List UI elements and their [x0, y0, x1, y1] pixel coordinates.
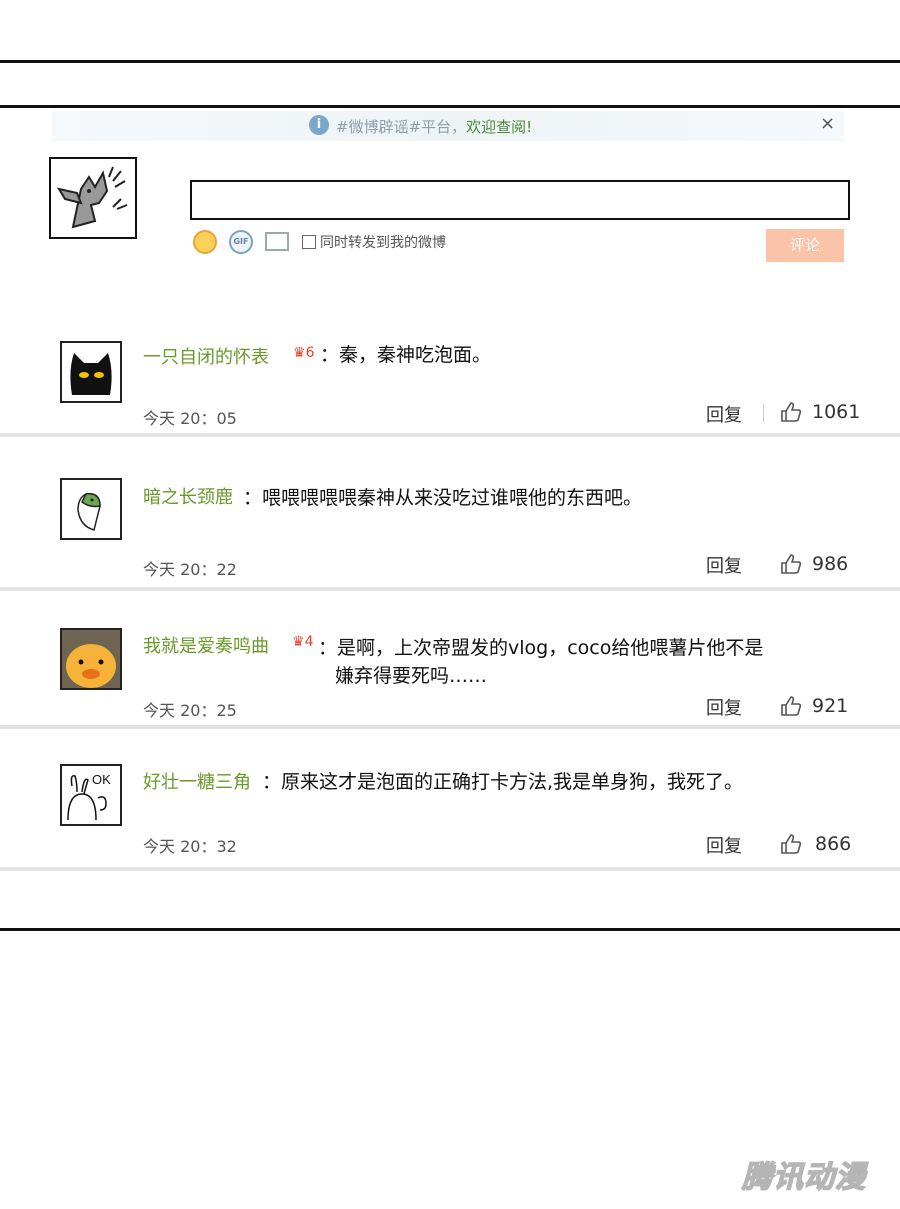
thumbs-up-icon[interactable] — [780, 553, 802, 575]
avatar[interactable] — [60, 628, 122, 690]
forward-checkbox[interactable] — [302, 235, 316, 249]
rabbit-ok-avatar-icon: OK — [67, 772, 111, 821]
comment-text-line-2: 嫌弃得要死吗…… — [335, 665, 488, 687]
user-badge-icon: ♛4 — [292, 634, 314, 650]
user-badge-icon: ♛6 — [293, 345, 315, 361]
comment-username[interactable]: 一只自闭的怀表 — [143, 343, 269, 369]
comment-text: ：秦，秦神吃泡面。 — [320, 344, 492, 366]
comment-divider — [0, 725, 900, 729]
thumbs-up-icon[interactable] — [780, 833, 802, 855]
comment-text: ：原来这才是泡面的正确打卡方法,我是单身狗，我死了。 — [262, 771, 744, 793]
comment-divider — [0, 433, 900, 437]
close-icon[interactable]: × — [820, 113, 835, 134]
avatar[interactable] — [60, 341, 122, 403]
comment-submit-button[interactable]: 评论 — [766, 229, 844, 262]
comment-time: 今天 20：32 — [143, 837, 237, 856]
comment-time: 今天 20：25 — [143, 701, 237, 720]
reply-button[interactable]: 回复 — [706, 694, 742, 720]
comment-username[interactable]: 好壮一糖三角 — [143, 768, 251, 794]
comment-time: 今天 20：05 — [143, 409, 237, 428]
forward-label: 同时转发到我的微博 — [320, 235, 446, 251]
my-avatar[interactable] — [49, 157, 137, 239]
like-count: 986 — [812, 553, 849, 575]
wolf-avatar-icon — [56, 166, 128, 229]
panel-border-lower — [0, 928, 900, 931]
comment-username[interactable]: 我就是爱奏鸣曲 — [143, 632, 269, 658]
comment-divider — [0, 867, 900, 871]
thumbs-up-icon[interactable] — [780, 401, 802, 423]
duck-avatar-icon — [62, 630, 120, 688]
info-icon: i — [309, 115, 329, 135]
comment-text: ：是啊，上次帝盟发的vlog，coco给他喂薯片他不是 — [318, 637, 764, 659]
reply-button[interactable]: 回复 — [706, 401, 742, 427]
avatar[interactable]: OK — [60, 764, 122, 826]
comment-divider — [0, 587, 900, 591]
notice-bar: i #微博辟谣#平台，欢迎查阅! × — [52, 111, 844, 141]
comment-text: ：喂喂喂喂喂秦神从来没吃过谁喂他的东西吧。 — [243, 487, 643, 509]
emoji-icon[interactable] — [193, 230, 217, 254]
avatar-ok-text: OK — [92, 772, 111, 787]
action-separator — [763, 404, 764, 422]
comment-time: 今天 20：22 — [143, 560, 237, 579]
panel-border-upper — [0, 105, 900, 108]
notice-link[interactable]: 欢迎查阅! — [466, 118, 532, 136]
image-icon[interactable] — [265, 232, 289, 251]
gif-icon[interactable]: GIF — [229, 230, 253, 254]
like-count: 1061 — [812, 401, 861, 423]
thumbs-up-icon[interactable] — [780, 695, 802, 717]
watermark: 腾讯动漫 — [741, 1159, 866, 1196]
reply-button[interactable]: 回复 — [706, 832, 742, 858]
comment-username[interactable]: 暗之长颈鹿 — [143, 483, 233, 509]
top-panel-border — [0, 60, 900, 63]
reply-button[interactable]: 回复 — [706, 552, 742, 578]
bird-avatar-icon — [77, 493, 101, 531]
like-count: 921 — [812, 695, 849, 717]
comment-input[interactable] — [190, 180, 850, 220]
avatar[interactable] — [60, 478, 122, 540]
notice-text: #微博辟谣#平台，欢迎查阅! — [336, 118, 533, 136]
black-cat-avatar-icon — [70, 353, 112, 395]
like-count: 866 — [815, 833, 852, 855]
